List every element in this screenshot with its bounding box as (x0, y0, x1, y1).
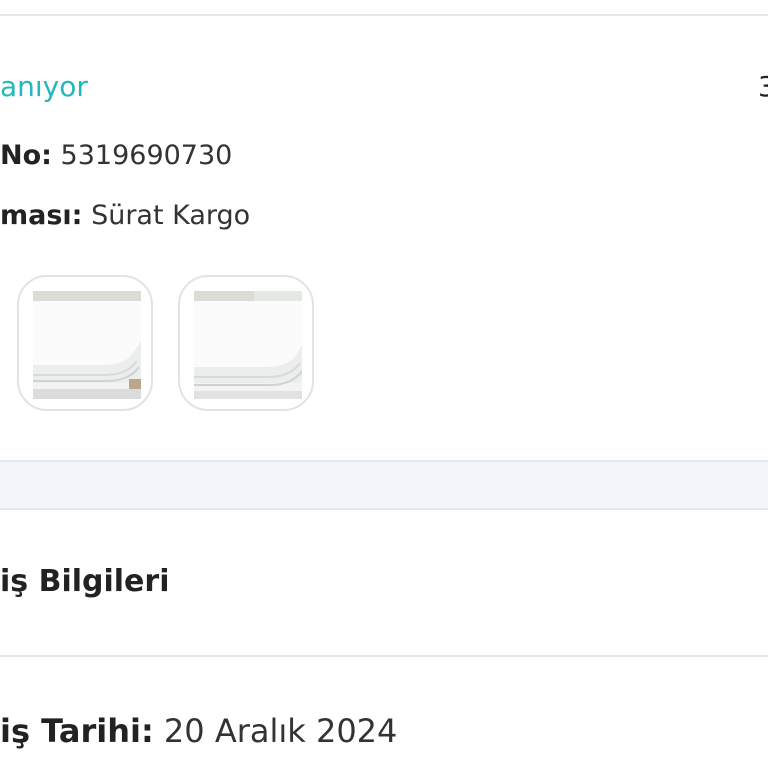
mattress-protector-image (33, 291, 141, 399)
section-divider-bottom (0, 508, 768, 510)
shipment-side-value: 3 (758, 70, 768, 103)
product-thumbnail[interactable] (178, 275, 314, 411)
order-info-divider (0, 655, 768, 657)
tracking-number-row: No: 5319690730 (0, 140, 232, 171)
mattress-protector-image (194, 291, 302, 399)
order-detail-page: anıyor 3 No: 5319690730 ması: Sürat Karg… (0, 0, 768, 768)
order-date-value: 20 Aralık 2024 (163, 712, 398, 750)
order-date-row: iş Tarihi: 20 Aralık 2024 (0, 712, 397, 750)
product-thumbnail[interactable] (17, 275, 153, 411)
section-gap (0, 462, 768, 508)
top-divider (0, 14, 768, 16)
carrier-value: Sürat Kargo (91, 200, 251, 231)
shipment-status: anıyor (0, 70, 88, 103)
tracking-number-label: No: (0, 140, 52, 171)
tracking-number-value[interactable]: 5319690730 (61, 140, 233, 171)
order-date-label: iş Tarihi: (0, 712, 154, 750)
order-info-title: iş Bilgileri (0, 564, 170, 599)
carrier-label: ması: (0, 200, 83, 231)
carrier-row: ması: Sürat Kargo (0, 200, 250, 231)
